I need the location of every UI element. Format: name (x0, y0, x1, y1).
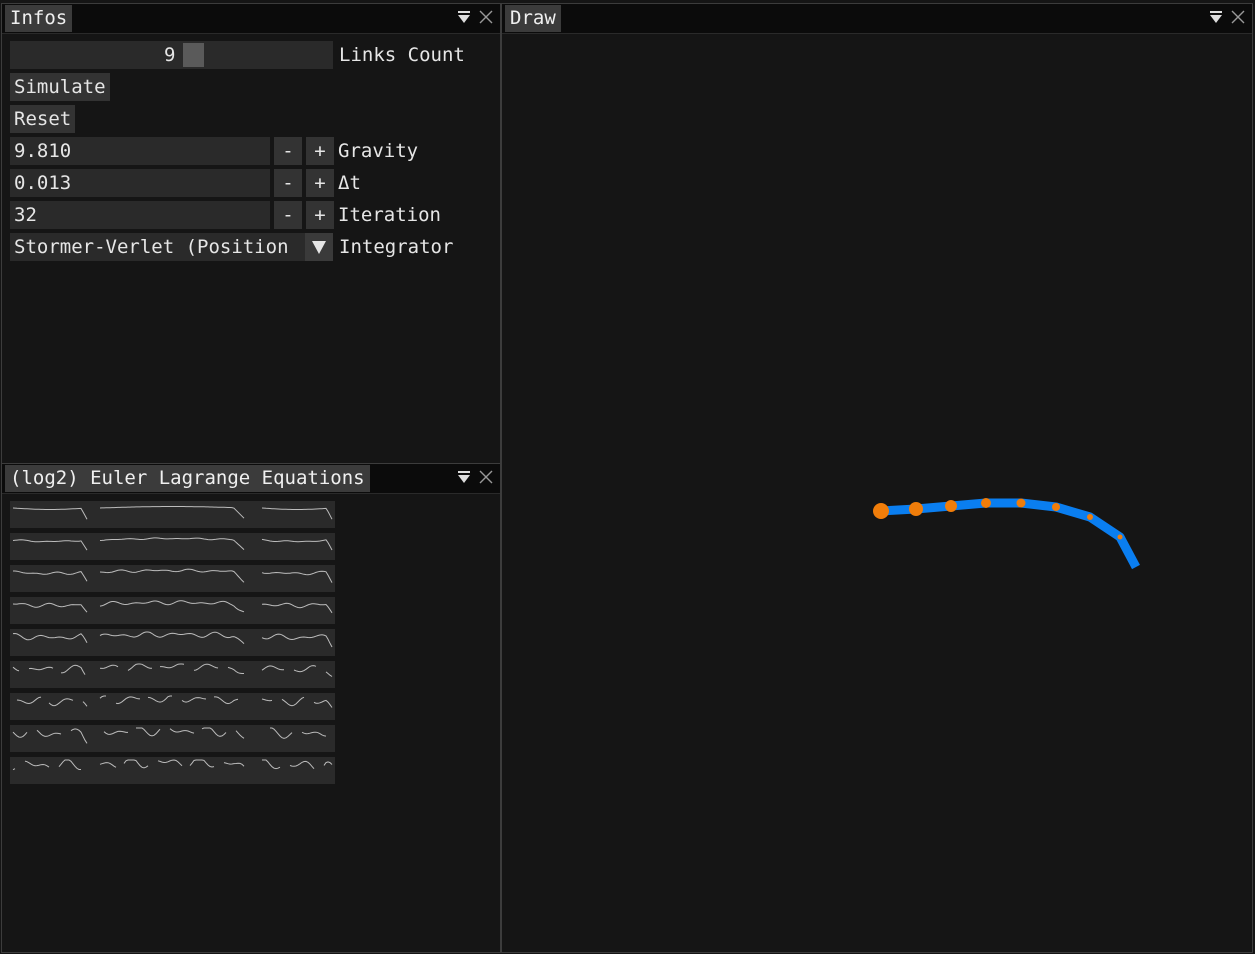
equation-trace (12, 664, 86, 675)
equation-trace (99, 537, 245, 550)
infos-panel: Infos 9 Links Count Simulate Reset 9.810… (1, 3, 501, 464)
gravity-increment-button[interactable]: + (306, 137, 334, 165)
equation-trace (270, 727, 327, 739)
gravity-decrement-button[interactable]: - (274, 137, 302, 165)
gravity-row: 9.810 - + Gravity (10, 137, 480, 165)
equation-plot-row (10, 661, 335, 688)
draw-title: Draw (510, 7, 556, 29)
links-count-row: 9 Links Count (10, 41, 480, 69)
equation-trace (99, 759, 245, 769)
equation-trace (99, 663, 244, 674)
dt-decrement-button[interactable]: - (274, 169, 302, 197)
equation-plot-row (10, 629, 335, 656)
links-count-value: 9 (164, 44, 176, 66)
equation-plot-row (10, 693, 335, 720)
chain-joint (1087, 514, 1093, 520)
integrator-value: Stormer-Verlet (Position (14, 236, 289, 258)
infos-title: Infos (10, 7, 68, 29)
dt-input[interactable]: 0.013 (10, 169, 270, 197)
draw-tab[interactable]: Draw (505, 5, 561, 32)
iteration-decrement-button[interactable]: - (274, 201, 302, 229)
reset-row: Reset (10, 105, 210, 133)
equations-title: (log2) Euler Lagrange Equations (10, 467, 365, 489)
infos-tab[interactable]: Infos (5, 5, 73, 32)
equation-trace (261, 538, 333, 551)
equation-trace (12, 539, 88, 551)
equation-plot-row (10, 533, 335, 560)
iteration-increment-button[interactable]: + (306, 201, 334, 229)
dropdown-menu-icon[interactable] (456, 469, 472, 485)
equation-plot-row (10, 597, 335, 624)
equation-trace (99, 600, 245, 613)
dt-row: 0.013 - + Δt (10, 169, 480, 197)
equations-tab[interactable]: (log2) Euler Lagrange Equations (5, 465, 370, 492)
chain-joint (909, 502, 923, 516)
draw-panel: Draw (501, 3, 1253, 953)
equation-trace (103, 727, 245, 739)
chain-joint (1016, 498, 1026, 508)
iteration-row: 32 - + Iteration (10, 201, 480, 229)
equation-trace (13, 570, 88, 582)
equation-trace (99, 695, 239, 705)
close-icon[interactable] (1230, 9, 1246, 25)
equation-trace (99, 506, 245, 519)
chain-joint (981, 498, 991, 508)
pendulum-canvas[interactable] (502, 34, 1252, 952)
equation-trace (261, 570, 333, 583)
equations-panel: (log2) Euler Lagrange Equations (1, 463, 501, 953)
chevron-down-icon[interactable] (305, 233, 333, 261)
infos-titlebar[interactable]: Infos (2, 4, 500, 34)
equation-plot-row (10, 565, 335, 592)
equation-trace (261, 633, 333, 648)
simulate-button[interactable]: Simulate (10, 73, 110, 101)
integrator-row: Stormer-Verlet (Position Integrator (10, 233, 480, 261)
slider-grab-handle[interactable] (183, 43, 204, 67)
close-icon[interactable] (478, 469, 494, 485)
gravity-input[interactable]: 9.810 (10, 137, 270, 165)
chain-joint (945, 500, 957, 512)
equation-trace (12, 632, 88, 643)
links-count-slider[interactable]: 9 (10, 41, 333, 69)
simulate-row: Simulate (10, 73, 210, 101)
dropdown-menu-icon[interactable] (456, 9, 472, 25)
equation-trace (12, 602, 88, 613)
dt-label: Δt (338, 172, 361, 194)
equation-trace (261, 507, 333, 520)
chain-joint (873, 503, 889, 519)
draw-titlebar[interactable]: Draw (502, 4, 1252, 34)
iteration-label: Iteration (338, 204, 441, 226)
chain-joint (1052, 503, 1060, 511)
equation-plot-row (10, 757, 335, 784)
equation-trace (261, 696, 333, 708)
equation-trace (99, 568, 245, 583)
equation-plot-row (10, 725, 335, 752)
dropdown-menu-icon[interactable] (1208, 9, 1224, 25)
equation-trace (12, 728, 88, 744)
equation-trace (261, 665, 333, 677)
equation-trace (262, 759, 333, 770)
gravity-label: Gravity (338, 140, 419, 162)
reset-button[interactable]: Reset (10, 105, 76, 133)
close-icon[interactable] (478, 9, 494, 25)
equation-trace (261, 602, 333, 614)
chain-joint (1117, 534, 1123, 540)
integrator-combo[interactable]: Stormer-Verlet (Position (10, 233, 333, 261)
iteration-input[interactable]: 32 (10, 201, 270, 229)
links-count-label: Links Count (339, 44, 465, 66)
equation-trace (12, 507, 88, 520)
dt-increment-button[interactable]: + (306, 169, 334, 197)
equation-trace (12, 759, 81, 771)
equation-plot-row (10, 501, 335, 528)
equation-trace (99, 631, 245, 644)
equations-titlebar[interactable]: (log2) Euler Lagrange Equations (2, 464, 500, 494)
integrator-label: Integrator (339, 236, 454, 258)
equation-trace (16, 696, 88, 707)
